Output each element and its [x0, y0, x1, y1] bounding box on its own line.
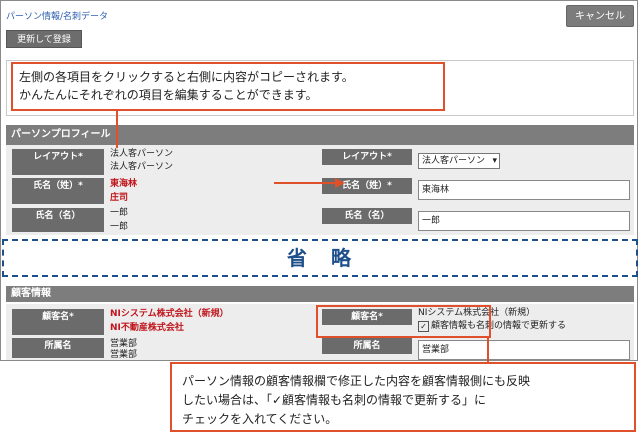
callout-checkbox-line3: チェックを入れてください。	[182, 412, 338, 426]
callout-copy-line1: 左側の各項目をクリックすると右側に内容がコピーされます。	[19, 70, 354, 84]
checkbox-highlight-box	[316, 305, 491, 338]
callout-checkbox-line2: したい場合は、「✓顧客情報も名刺の情報で更新する」に	[182, 393, 487, 407]
callout-checkbox-line1: パーソン情報の顧客情報欄で修正した内容を顧客情報側にも反映	[182, 374, 531, 388]
callout-copy-line2: かんたんにそれぞれの項目を編集することができます。	[19, 88, 318, 102]
copy-arrow-icon	[335, 178, 345, 188]
callout-checkbox-hint: パーソン情報の顧客情報欄で修正した内容を顧客情報側にも反映 したい場合は、「✓顧…	[170, 362, 636, 432]
callout-copy-hint: 左側の各項目をクリックすると右側に内容がコピーされます。 かんたんにそれぞれの項…	[11, 62, 445, 111]
